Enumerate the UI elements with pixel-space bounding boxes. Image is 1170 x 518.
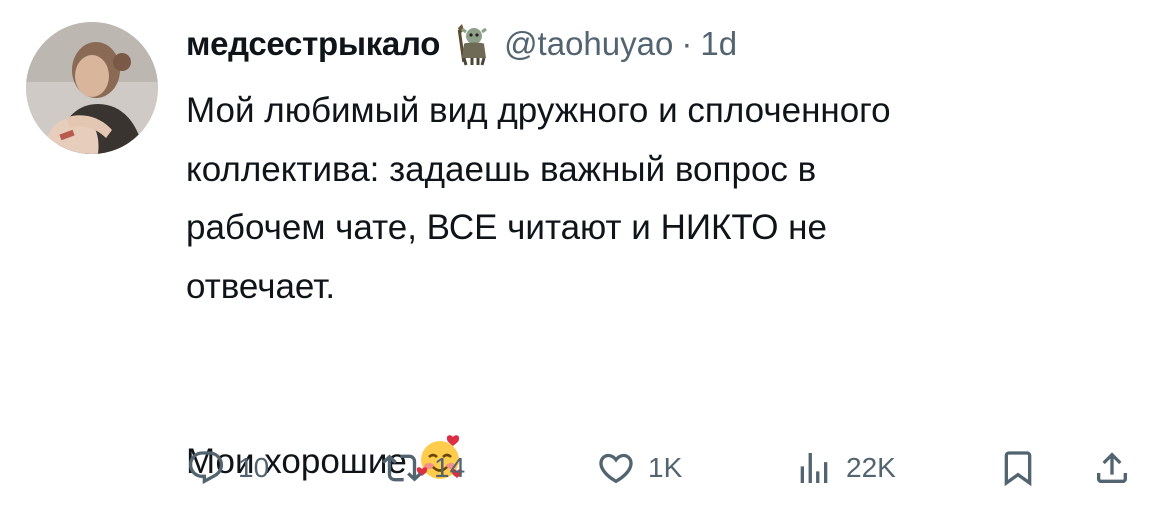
tweet-text-line: Мой любимый вид дружного и сплоченного	[186, 91, 891, 130]
avatar-photo	[26, 22, 158, 154]
bookmark-icon	[1004, 451, 1032, 487]
share-icon	[1097, 452, 1127, 483]
tweet-text: Мой любимый вид дружного и сплоченного к…	[186, 82, 1146, 492]
tweet-header: медсестрыкало @taohuyao · 1d	[186, 22, 737, 66]
author-handle[interactable]: @taohuyao	[504, 25, 673, 63]
heart-icon	[599, 453, 633, 484]
like-button[interactable]: 1K	[596, 444, 682, 492]
separator-dot: ·	[681, 25, 693, 62]
troll-figure-icon	[450, 22, 494, 66]
post-time[interactable]: 1d	[700, 25, 737, 63]
tweet-text-line: рабочем чате, ВСЕ читают и НИКТО не	[186, 208, 827, 247]
tweet-text-line: отвечает.	[186, 266, 336, 306]
tweet-actions: 10 14 1K 22K	[186, 444, 1136, 492]
avatar[interactable]	[26, 22, 158, 154]
views-button[interactable]: 22K	[794, 444, 896, 492]
share-button[interactable]	[1092, 444, 1132, 492]
tweet-text-line: коллектива: задаешь важный вопрос в	[186, 149, 817, 189]
retweet-count: 14	[434, 452, 466, 483]
reply-button[interactable]: 10	[186, 444, 269, 492]
reply-count: 10	[238, 452, 270, 483]
retweet-icon	[382, 454, 422, 482]
display-name[interactable]: медсестрыкало	[186, 25, 440, 63]
views-count: 22K	[846, 452, 896, 483]
bookmark-button[interactable]	[998, 444, 1038, 492]
like-count: 1K	[648, 452, 683, 483]
retweet-button[interactable]: 14	[382, 444, 465, 492]
tweet[interactable]: медсестрыкало @taohuyao · 1d Мой любимый…	[0, 0, 1170, 518]
views-bar-chart-icon	[800, 453, 828, 483]
reply-icon	[188, 451, 224, 485]
